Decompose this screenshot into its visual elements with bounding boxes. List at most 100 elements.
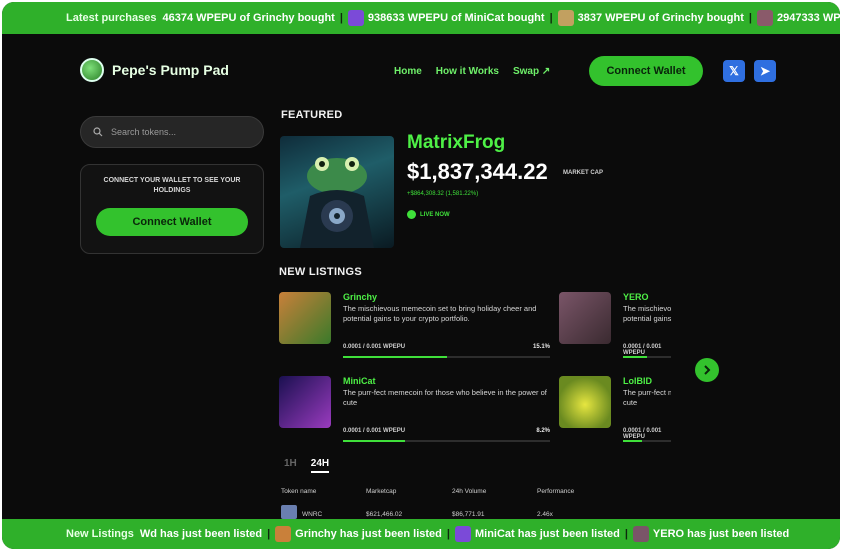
listing-name: YERO (623, 292, 649, 302)
live-label: LIVE NOW (420, 211, 450, 218)
chevron-right-icon (704, 365, 711, 375)
tab-24h[interactable]: 24H (310, 458, 330, 473)
ticker-item: YERO has just been listed (632, 526, 790, 542)
live-badge: LIVE NOW (407, 210, 450, 219)
timeframe-tabs: 1H 24H (284, 458, 330, 473)
search-placeholder: Search tokens... (111, 127, 177, 137)
listing-progress-fill (343, 356, 447, 358)
listing-progress-fill (623, 356, 647, 358)
listing-description: The mischievous memecoin set to bring ho… (623, 304, 671, 323)
nav-swap-link[interactable]: Swap ↗ (513, 66, 550, 77)
ticker-item: Grinchy has just been listed (275, 526, 442, 542)
column-header-volume[interactable]: 24h Volume (452, 488, 486, 495)
listing-card[interactable]: Grinchy The mischievous memecoin set to … (279, 292, 550, 362)
listing-card[interactable]: LolBID The purr-fect memecoin for those … (559, 376, 671, 446)
ticker-separator: | (446, 528, 450, 540)
pepe-logo-icon (80, 58, 104, 82)
token-thumbnail (275, 526, 292, 542)
ticker-item: Wd has just been listed (140, 528, 262, 540)
listing-name: LolBID (623, 376, 652, 386)
column-header-performance[interactable]: Performance (537, 488, 574, 495)
ticker-item: 46374 WPEPU of Grinchy bought (162, 12, 334, 24)
live-dot-icon (407, 210, 416, 219)
ticker-separator: | (549, 12, 553, 24)
listing-progress-fill (623, 440, 643, 442)
listing-description: The purr-fect memecoin for those who bel… (623, 388, 671, 407)
connect-wallet-card-button[interactable]: Connect Wallet (96, 208, 248, 236)
featured-market-cap: $1,837,344.22 (407, 159, 548, 184)
featured-change: +$864,308.32 (1,581.22%) (407, 191, 479, 197)
listing-description: The mischievous memecoin set to bring ho… (343, 304, 537, 323)
token-thumbnail (347, 10, 364, 26)
listing-progress-bar (623, 440, 671, 442)
featured-heading: FEATURED (281, 109, 343, 121)
top-navigation: Pepe's Pump Pad Home How it Works Swap ↗… (2, 54, 840, 90)
ticker-separator: | (339, 12, 343, 24)
latest-purchases-ticker: Latest purchases 46374 WPEPU of Grinchy … (2, 2, 840, 34)
site-logo[interactable]: Pepe's Pump Pad (80, 58, 229, 82)
holdings-card: CONNECT YOUR WALLET TO SEE YOUR HOLDINGS… (80, 164, 264, 254)
column-header-token[interactable]: Token name (281, 488, 316, 495)
carousel-next-button[interactable] (695, 358, 719, 382)
ticker-item-text: MiniCat has just been listed (474, 528, 620, 540)
featured-token-name[interactable]: MatrixFrog (407, 132, 505, 154)
connect-wallet-button[interactable]: Connect Wallet (589, 56, 703, 86)
table-cell-volume: $86,771.91 (452, 511, 485, 518)
yero-image (559, 292, 611, 344)
minicat-image (279, 376, 331, 428)
token-thumbnail (281, 505, 297, 519)
listing-progress-bar (343, 356, 550, 358)
listing-progress-bar (623, 356, 671, 358)
ticker-item-text: Grinchy has just been listed (295, 528, 442, 540)
ticker-item-text: Wd has just been listed (139, 528, 263, 540)
token-thumbnail (632, 526, 649, 542)
ticker-item-text: YERO has just been listed (652, 528, 790, 540)
ticker-separator: | (748, 12, 752, 24)
listing-progress-bar (343, 440, 550, 442)
ticker-item-text: 938633 WPEPU of MiniCat bought (367, 12, 545, 24)
ticker-separator: | (267, 528, 271, 540)
listing-price: 0.0001 / 0.001 WPEPU (343, 344, 406, 350)
token-thumbnail (557, 10, 574, 26)
ticker-item: 3837 WPEPU of Grinchy bought (557, 10, 744, 26)
column-header-marketcap[interactable]: Marketcap (366, 488, 396, 495)
new-listings-heading: NEW LISTINGS (279, 266, 363, 278)
search-input[interactable]: Search tokens... (80, 116, 264, 148)
new-listings-ticker: New Listings Wd has just been listed | G… (2, 519, 840, 549)
ticker-item-text: 2947333 WPEPU of YERO bought (776, 12, 840, 24)
table-cell-token[interactable]: WNRC (302, 511, 322, 518)
ticker-label: Latest purchases (66, 12, 157, 24)
telegram-icon[interactable]: ➤ (754, 60, 776, 82)
market-cap-label: MARKET CAP (563, 170, 603, 176)
listing-card[interactable]: MiniCat The purr-fect memecoin for those… (279, 376, 550, 446)
ticker-separator: | (624, 528, 628, 540)
logo-text: Pepe's Pump Pad (112, 62, 229, 78)
listing-price: 0.0001 / 0.001 WPEPU (343, 428, 406, 434)
ticker-item: 938633 WPEPU of MiniCat bought (347, 10, 545, 26)
wallet-message: CONNECT YOUR WALLET TO SEE YOUR HOLDINGS (103, 177, 241, 194)
grinchy-image (279, 292, 331, 344)
listing-description: The purr-fect memecoin for those who bel… (343, 388, 547, 407)
table-cell-marketcap: $621,466.02 (366, 511, 403, 518)
lolbid-image (559, 376, 611, 428)
tab-1h[interactable]: 1H (284, 458, 297, 473)
ticker-item-text: 46374 WPEPU of Grinchy bought (162, 12, 335, 24)
listing-price: 0.0001 / 0.001 WPEPU (623, 428, 662, 440)
ticker-label: New Listings (66, 528, 134, 540)
nav-how-it-works-link[interactable]: How it Works (436, 66, 499, 77)
listing-price: 0.0001 / 0.001 WPEPU (623, 344, 662, 356)
token-thumbnail (756, 10, 773, 26)
table-cell-performance: 2.46x (537, 511, 553, 518)
nav-links: Home How it Works Swap ↗ (394, 66, 550, 77)
ticker-item: MiniCat has just been listed (454, 526, 620, 542)
listing-name: Grinchy (343, 292, 378, 302)
x-twitter-icon[interactable]: 𝕏 (723, 60, 745, 82)
token-thumbnail (454, 526, 471, 542)
listing-card[interactable]: YERO The mischievous memecoin set to bri… (559, 292, 671, 362)
listing-percent: 8.2% (536, 428, 550, 434)
app-frame: Latest purchases 46374 WPEPU of Grinchy … (2, 2, 840, 549)
featured-token-image[interactable] (280, 136, 394, 248)
ticker-item: 2947333 WPEPU of YERO bought (756, 10, 840, 26)
search-icon (93, 127, 103, 137)
nav-home-link[interactable]: Home (394, 66, 422, 77)
